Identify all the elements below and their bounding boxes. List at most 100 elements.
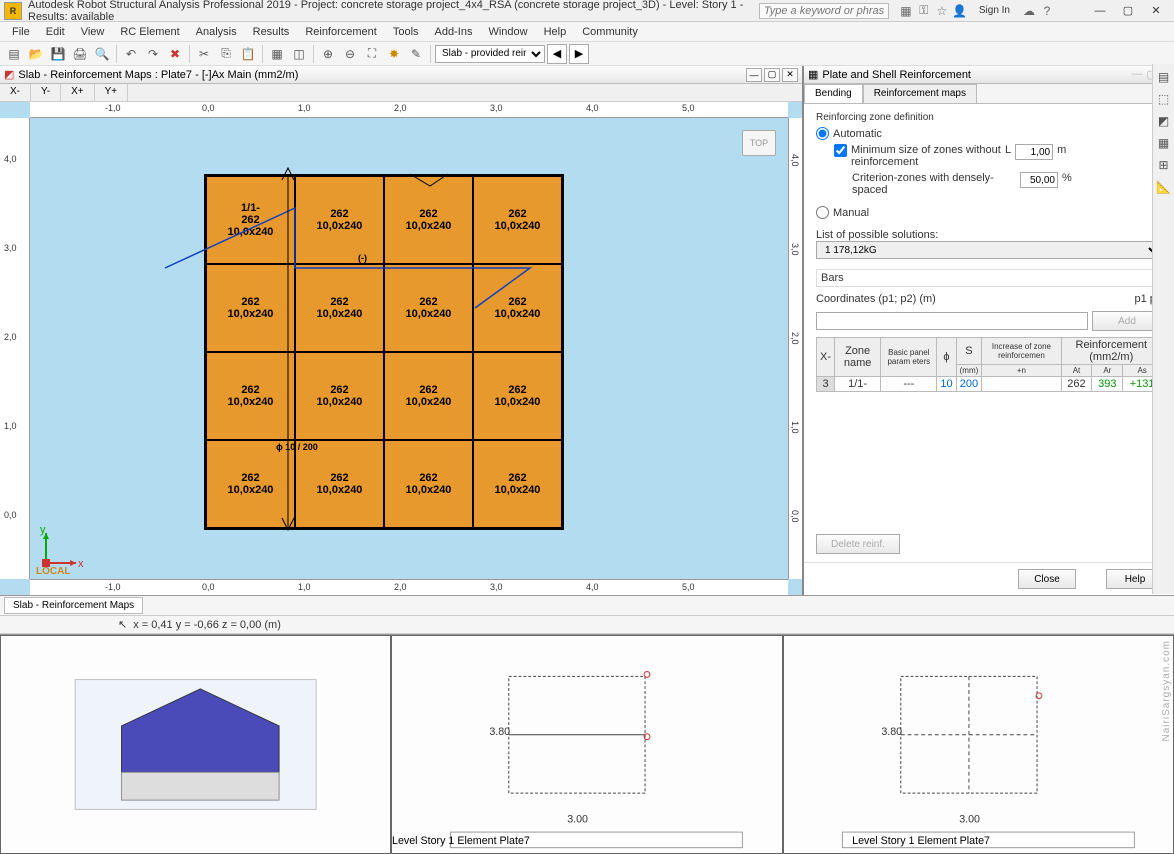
menu-edit[interactable]: Edit	[38, 24, 73, 40]
menu-file[interactable]: File	[4, 24, 38, 40]
tool-e-icon[interactable]: ⊞	[1155, 156, 1173, 174]
copy-icon[interactable]: ⎘	[216, 44, 236, 64]
top-view-button[interactable]: TOP	[742, 130, 776, 156]
menu-tools[interactable]: Tools	[385, 24, 427, 40]
svg-text:3.00: 3.00	[568, 813, 589, 825]
signin-link[interactable]: Sign In	[979, 5, 1010, 16]
print-icon[interactable]: 🖨	[70, 44, 90, 64]
thumb-3[interactable]: 3.00 3.80 Level Story 1 Element Plate7	[783, 635, 1174, 854]
tab-y-plus[interactable]: Y+	[95, 84, 129, 101]
undo-icon[interactable]: ↶	[121, 44, 141, 64]
svg-text:3.00: 3.00	[959, 813, 980, 825]
menu-reinforcement[interactable]: Reinforcement	[297, 24, 385, 40]
tool-d-icon[interactable]: ▦	[1155, 134, 1173, 152]
slab-cell: 1/1-26210,0x240	[206, 176, 295, 264]
menu-rc-element[interactable]: RC Element	[112, 24, 187, 40]
zone-def-label: Reinforcing zone definition	[816, 112, 1162, 123]
tool-b-icon[interactable]: ⬚	[1155, 90, 1173, 108]
thumb-1[interactable]	[0, 635, 391, 854]
settings-icon[interactable]: ✸	[384, 44, 404, 64]
preview-icon[interactable]: 🔍	[92, 44, 112, 64]
svg-text:x: x	[78, 558, 84, 570]
minimize-button[interactable]: —	[1086, 2, 1114, 20]
menu-view[interactable]: View	[73, 24, 113, 40]
view-selector[interactable]: Slab - provided reinforce	[435, 45, 545, 63]
zoom-in-icon[interactable]: ⊕	[318, 44, 338, 64]
tool-a-icon[interactable]: ▤	[1155, 68, 1173, 86]
ruler-left: 4,0 3,0 2,0 1,0 0,0	[0, 118, 30, 579]
view-title-bar: ◩ Slab - Reinforcement Maps : Plate7 - […	[0, 66, 802, 84]
table-row[interactable]: 3 1/1- --- 10 200 262 393 +131	[817, 377, 1162, 392]
slab-cell: 26210,0x240	[473, 176, 562, 264]
tab-bending[interactable]: Bending	[804, 84, 863, 103]
panel-titlebar: ▦ Plate and Shell Reinforcement —▢✕	[804, 66, 1174, 84]
paste-icon[interactable]: 📋	[238, 44, 258, 64]
panel-title-text: Plate and Shell Reinforcement	[822, 69, 971, 81]
thumb-2[interactable]: 3.00 3.80 Level Story 1 Element Plate7	[391, 635, 782, 854]
user-icon[interactable]: 👤	[951, 2, 969, 20]
tab-y-minus[interactable]: Y-	[31, 84, 61, 101]
reinforcement-panel: ▦ Plate and Shell Reinforcement —▢✕ Bend…	[804, 66, 1174, 595]
view-icon: ◩	[4, 68, 14, 81]
input-L[interactable]	[1015, 144, 1053, 160]
zoom-fit-icon[interactable]: ⛶	[362, 44, 382, 64]
view-close[interactable]: ✕	[782, 68, 798, 82]
key-icon[interactable]: ⚿	[915, 2, 933, 20]
edit-icon[interactable]: ✎	[406, 44, 426, 64]
open-icon[interactable]: 📂	[26, 44, 46, 64]
menu-community[interactable]: Community	[574, 24, 646, 40]
svg-text:y: y	[40, 524, 46, 536]
panel-tabs: Bending Reinforcement maps	[804, 84, 1174, 104]
app-logo: R	[4, 2, 22, 20]
grid-icon[interactable]: ▦	[267, 44, 287, 64]
canvas-area[interactable]: -1,0 0,0 1,0 2,0 3,0 4,0 5,0 -1,0 0,0 1,…	[0, 102, 802, 595]
next-view-button[interactable]: ▶	[569, 44, 589, 64]
cursor-icon: ↖	[118, 618, 127, 631]
prev-view-button[interactable]: ◀	[547, 44, 567, 64]
input-criterion[interactable]	[1020, 172, 1058, 188]
panel-min[interactable]: —	[1131, 68, 1142, 81]
svg-text:3.80: 3.80	[490, 726, 511, 738]
coord-tabs: X- Y- X+ Y+	[0, 84, 802, 102]
slab-cell: 26210,0x240	[384, 176, 473, 264]
help-icon[interactable]: ?	[1038, 2, 1056, 20]
menu-analysis[interactable]: Analysis	[188, 24, 245, 40]
search-input[interactable]	[759, 3, 889, 19]
cut-icon[interactable]: ✂	[194, 44, 214, 64]
slab-cell: 26210,0x240	[295, 352, 384, 440]
solution-selector[interactable]: 1 178,12kG	[816, 241, 1162, 259]
close-button[interactable]: ✕	[1142, 2, 1170, 20]
menu-window[interactable]: Window	[480, 24, 535, 40]
tab-reinf-maps[interactable]: Reinforcement maps	[863, 84, 977, 103]
chk-min-size[interactable]	[834, 144, 847, 157]
star-icon[interactable]: ☆	[933, 2, 951, 20]
zoom-out-icon[interactable]: ⊖	[340, 44, 360, 64]
view-maximize[interactable]: ▢	[764, 68, 780, 82]
menu-results[interactable]: Results	[245, 24, 298, 40]
coord-input[interactable]	[816, 312, 1088, 330]
main-toolbar: ▤ 📂 💾 🖨 🔍 ↶ ↷ ✖ ✂ ⎘ 📋 ▦ ◫ ⊕ ⊖ ⛶ ✸ ✎ Slab…	[0, 42, 1174, 66]
close-button[interactable]: Close	[1018, 569, 1076, 589]
tab-x-plus[interactable]: X+	[61, 84, 95, 101]
view-minimize[interactable]: —	[746, 68, 762, 82]
reinf-table: X- Zone name Basic panel param eters ϕ S…	[816, 337, 1162, 392]
basket-icon[interactable]: ▦	[897, 2, 915, 20]
tool-f-icon[interactable]: 📐	[1155, 178, 1173, 196]
save-icon[interactable]: 💾	[48, 44, 68, 64]
slab-cell: 26210,0x240	[206, 440, 295, 528]
slab-cell: 26210,0x240	[384, 352, 473, 440]
cloud-icon[interactable]: ☁	[1020, 2, 1038, 20]
status-tab-slab[interactable]: Slab - Reinforcement Maps	[4, 597, 143, 614]
delete-icon[interactable]: ✖	[165, 44, 185, 64]
tab-x-minus[interactable]: X-	[0, 84, 31, 101]
menu-addins[interactable]: Add-Ins	[427, 24, 481, 40]
radio-automatic[interactable]	[816, 127, 829, 140]
new-icon[interactable]: ▤	[4, 44, 24, 64]
redo-icon[interactable]: ↷	[143, 44, 163, 64]
delete-reinf-button[interactable]: Delete reinf.	[816, 534, 900, 554]
menu-help[interactable]: Help	[536, 24, 575, 40]
maximize-button[interactable]: ▢	[1114, 2, 1142, 20]
tool-c-icon[interactable]: ◩	[1155, 112, 1173, 130]
radio-manual[interactable]	[816, 206, 829, 219]
window-icon[interactable]: ◫	[289, 44, 309, 64]
